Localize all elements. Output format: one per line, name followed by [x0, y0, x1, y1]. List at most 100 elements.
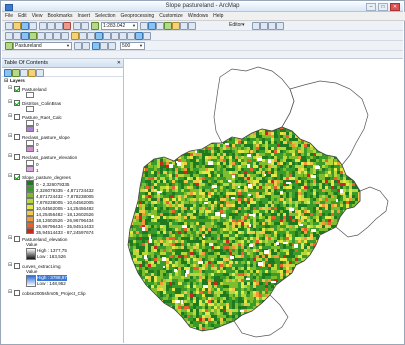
editor-toolbar-icon[interactable]: [140, 22, 148, 30]
select-elements-icon[interactable]: [87, 32, 95, 40]
collapse-icon[interactable]: ⊟: [4, 79, 8, 84]
list-by-selection-icon[interactable]: [28, 69, 36, 77]
print-icon[interactable]: [29, 22, 37, 30]
list-by-visibility-icon[interactable]: [20, 69, 28, 77]
collapse-icon[interactable]: ⊟: [8, 236, 12, 241]
edit-annotation-icon[interactable]: [260, 22, 268, 30]
fixed-zoom-in-icon[interactable]: [37, 32, 45, 40]
menu-item-file[interactable]: File: [5, 13, 13, 19]
pan-icon[interactable]: [21, 32, 29, 40]
copy-icon[interactable]: [47, 22, 55, 30]
zoom-in-icon[interactable]: [5, 32, 13, 40]
list-by-source-icon[interactable]: [12, 69, 20, 77]
modelbuilder-icon[interactable]: [188, 22, 196, 30]
menu-item-insert[interactable]: Insert: [77, 13, 90, 19]
toc-layer-8[interactable]: ⊟ cobse2005shm05_Project_Clip: [8, 289, 86, 296]
flicker-icon[interactable]: [82, 42, 90, 50]
menu-item-windows[interactable]: Windows: [188, 13, 208, 19]
layer-visibility-checkbox[interactable]: [14, 85, 20, 92]
create-viewer-icon[interactable]: [143, 32, 151, 40]
toc-layer-5[interactable]: ⊟ Slope_pasture_degrees: [8, 173, 71, 180]
menu-item-selection[interactable]: Selection: [95, 13, 116, 19]
toc-layer-6[interactable]: ⊟ Pastureland_elevation: [8, 235, 67, 242]
zoom-value-combo[interactable]: 500 ▼: [120, 42, 145, 50]
layer-visibility-checkbox[interactable]: [14, 235, 20, 242]
menu-item-geoprocessing[interactable]: Geoprocessing: [121, 13, 155, 19]
fixed-zoom-out-icon[interactable]: [45, 32, 53, 40]
select-features-icon[interactable]: [71, 32, 79, 40]
straight-segment-icon[interactable]: [268, 22, 276, 30]
go-back-icon[interactable]: [53, 32, 61, 40]
close-button[interactable]: ✕: [390, 3, 400, 11]
menu-item-view[interactable]: View: [32, 13, 43, 19]
rotate-icon[interactable]: [108, 42, 116, 50]
collapse-icon[interactable]: ⊟: [8, 100, 12, 105]
collapse-icon[interactable]: ⊟: [8, 114, 12, 119]
toc-layer-2[interactable]: ⊟ Pasture_Raet_Calc: [8, 113, 62, 120]
python-icon[interactable]: [180, 22, 188, 30]
toc-layer-7[interactable]: ⊟ curves_extract.img: [8, 262, 61, 269]
collapse-icon[interactable]: ⊟: [8, 86, 12, 91]
toc-layer-3[interactable]: ⊟ Reclass_pasture_slope: [8, 133, 70, 140]
new-document-icon[interactable]: [5, 22, 13, 30]
map-scale-combo[interactable]: 1:283.042 ▼: [101, 22, 138, 30]
map-display[interactable]: [124, 59, 403, 343]
toc-layer-0[interactable]: ⊟ Pastureland: [8, 85, 47, 92]
measure-icon[interactable]: [111, 32, 119, 40]
menu-item-help[interactable]: Help: [213, 13, 223, 19]
hyperlink-icon[interactable]: [119, 32, 127, 40]
paste-icon[interactable]: [55, 22, 63, 30]
menu-item-customize[interactable]: Customize: [159, 13, 183, 19]
list-by-drawing-order-icon[interactable]: [4, 69, 12, 77]
collapse-icon[interactable]: ⊟: [8, 263, 12, 268]
go-forward-icon[interactable]: [61, 32, 69, 40]
full-extent-icon[interactable]: [29, 32, 37, 40]
minimize-button[interactable]: –: [366, 3, 376, 11]
table-of-contents-icon[interactable]: [148, 22, 156, 30]
arctoolbox-icon[interactable]: [172, 22, 180, 30]
layer-visibility-checkbox[interactable]: [14, 153, 20, 160]
save-icon[interactable]: [21, 22, 29, 30]
undo-icon[interactable]: [73, 22, 81, 30]
collapse-icon[interactable]: ⊟: [8, 174, 12, 179]
time-slider-icon[interactable]: [135, 32, 143, 40]
layer-visibility-checkbox[interactable]: [14, 173, 20, 180]
toc-root-layers[interactable]: ⊟ Layers: [4, 78, 25, 84]
sketch-properties-icon[interactable]: [276, 22, 284, 30]
menu-item-edit[interactable]: Edit: [18, 13, 27, 19]
layer-visibility-checkbox[interactable]: [14, 262, 20, 269]
layer-visibility-checkbox[interactable]: [14, 289, 20, 296]
layer-select-combo[interactable]: Pastureland ▼: [13, 42, 72, 50]
layer-visibility-checkbox[interactable]: [14, 133, 20, 140]
slope-cell: [334, 291, 337, 294]
layer-visibility-checkbox[interactable]: [14, 99, 20, 106]
catalog-icon[interactable]: [156, 22, 164, 30]
layer-visibility-checkbox[interactable]: [14, 113, 20, 120]
swipe-icon[interactable]: [74, 42, 82, 50]
toc-layer-4[interactable]: ⊟ Reclass_pasture_elevation: [8, 153, 77, 160]
toc-close-icon[interactable]: ✕: [117, 59, 121, 67]
toc-options-icon[interactable]: [36, 69, 44, 77]
zoom-out-icon[interactable]: [13, 32, 21, 40]
add-data-icon[interactable]: [91, 22, 99, 30]
georeference-icon[interactable]: [92, 42, 100, 50]
editor-menu[interactable]: Editor▾: [228, 22, 249, 28]
redo-icon[interactable]: [81, 22, 89, 30]
delete-icon[interactable]: [63, 22, 71, 30]
slope-cell: [298, 294, 303, 297]
auto-adjust-icon[interactable]: [100, 42, 108, 50]
toc-layer-1[interactable]: ⊟ Distritos_ColinBras: [8, 99, 61, 106]
collapse-icon[interactable]: ⊟: [8, 134, 12, 139]
clear-selection-icon[interactable]: [79, 32, 87, 40]
edit-tool-icon[interactable]: [252, 22, 260, 30]
maximize-button[interactable]: □: [378, 3, 388, 11]
html-popup-icon[interactable]: [127, 32, 135, 40]
collapse-icon[interactable]: ⊟: [8, 290, 12, 295]
open-folder-icon[interactable]: [13, 22, 21, 30]
find-icon[interactable]: [103, 32, 111, 40]
cut-icon[interactable]: [39, 22, 47, 30]
menu-item-bookmarks[interactable]: Bookmarks: [47, 13, 72, 19]
collapse-icon[interactable]: ⊟: [8, 154, 12, 159]
search-icon[interactable]: [164, 22, 172, 30]
identify-icon[interactable]: [95, 32, 103, 40]
